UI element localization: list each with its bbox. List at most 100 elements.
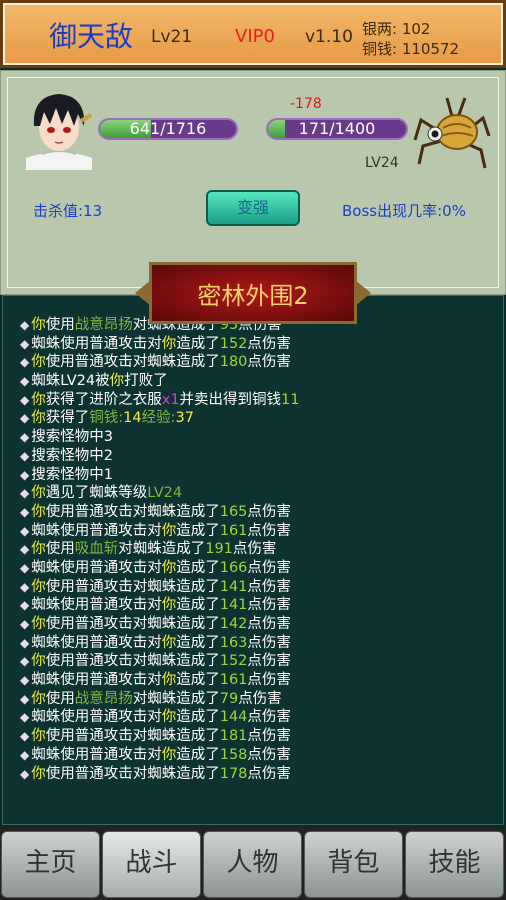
- log-segment: 79: [219, 690, 239, 707]
- log-segment: 你: [31, 728, 46, 745]
- log-segment: 你: [161, 746, 177, 763]
- log-segment: 178: [219, 765, 248, 782]
- log-segment: 对蜘蛛造成了: [132, 690, 220, 707]
- enemy-hp-text: 171/1400: [298, 119, 376, 138]
- log-segment: 使用普通攻击对蜘蛛造成了: [45, 503, 220, 520]
- log-segment: 你: [31, 541, 46, 558]
- log-segment: 造成了: [176, 672, 220, 689]
- log-segment: 点伤害: [238, 690, 282, 707]
- log-segment: 165: [219, 503, 248, 520]
- log-segment: 点伤害: [247, 765, 291, 782]
- log-segment: 你: [161, 559, 177, 576]
- log-segment: 造成了: [176, 634, 220, 651]
- log-segment: 142: [219, 616, 248, 632]
- log-segment: 使用: [45, 690, 75, 707]
- vip-level[interactable]: VIP0: [235, 26, 275, 47]
- log-segment: 点伤害: [247, 597, 291, 614]
- log-segment: 经验:: [141, 410, 176, 427]
- player-avatar-icon: [22, 88, 96, 170]
- log-segment: 搜索怪物中2: [31, 447, 113, 464]
- strengthen-button[interactable]: 变强: [206, 190, 300, 226]
- log-segment: 点伤害: [247, 354, 291, 371]
- log-segment: 你: [31, 410, 46, 427]
- log-segment: 使用普通攻击对蜘蛛造成了: [45, 765, 220, 782]
- log-segment: 你: [31, 317, 46, 333]
- log-line: ◆ 蜘蛛使用普通攻击对你造成了161点伤害: [20, 522, 493, 541]
- log-line: ◆ 你获得了铜钱:14经验:37: [20, 409, 493, 428]
- log-line: ◆ 蜘蛛使用普通攻击对你造成了158点伤害: [20, 746, 493, 765]
- log-segment: 181: [219, 728, 248, 745]
- log-bullet-icon: ◆: [20, 523, 30, 538]
- log-segment: 你: [31, 391, 46, 408]
- log-line: ◆ 你使用普通攻击对蜘蛛造成了142点伤害: [20, 615, 493, 634]
- tab-bag[interactable]: 背包: [304, 831, 403, 898]
- log-segment: 你: [161, 672, 177, 689]
- log-line: ◆ 你获得了进阶之衣服x1并卖出得到铜钱11: [20, 391, 493, 410]
- log-line: ◆ 蜘蛛使用普通攻击对你造成了166点伤害: [20, 559, 493, 578]
- log-segment: 你: [161, 522, 177, 539]
- log-bullet-icon: ◆: [20, 598, 30, 613]
- log-line: ◆ 你使用普通攻击对蜘蛛造成了178点伤害: [20, 765, 493, 784]
- log-segment: 对蜘蛛造成了: [118, 541, 206, 558]
- log-bullet-icon: ◆: [20, 747, 30, 762]
- log-bullet-icon: ◆: [20, 766, 30, 781]
- log-segment: 搜索怪物中3: [31, 429, 113, 446]
- tab-battle[interactable]: 战斗: [102, 831, 201, 898]
- log-bullet-icon: ◆: [20, 673, 30, 688]
- player-hp-bar: 641/1716: [98, 118, 238, 140]
- log-segment: 并卖出得到铜钱: [179, 391, 282, 408]
- log-segment: 你: [31, 485, 46, 502]
- log-segment: 点伤害: [247, 616, 291, 632]
- log-line: ◆ 蜘蛛使用普通攻击对你造成了141点伤害: [20, 596, 493, 615]
- log-bullet-icon: ◆: [20, 654, 30, 669]
- log-segment: 造成了: [176, 746, 220, 763]
- log-bullet-icon: ◆: [20, 430, 30, 445]
- log-segment: 你: [31, 578, 46, 595]
- log-line: ◆ 搜索怪物中2: [20, 447, 493, 466]
- log-bullet-icon: ◆: [20, 374, 30, 389]
- log-segment: 141: [219, 578, 248, 595]
- log-segment: 造成了: [176, 335, 220, 352]
- battle-log-panel[interactable]: ◆ 你使用战意昂扬对蜘蛛造成了93点伤害 ◆ 蜘蛛使用普通攻击对你造成了152点伤害 ◆…: [2, 295, 504, 825]
- log-segment: 遇见了蜘蛛等级: [45, 485, 148, 502]
- log-segment: 使用普通攻击对蜘蛛造成了: [45, 354, 220, 371]
- log-bullet-icon: ◆: [20, 542, 30, 557]
- log-line: ◆ 你使用吸血斩对蜘蛛造成了191点伤害: [20, 540, 493, 559]
- log-segment: 158: [219, 746, 248, 763]
- tab-skills[interactable]: 技能: [405, 831, 504, 898]
- copper-count: 铜钱: 110572: [362, 40, 460, 58]
- log-segment: 点伤害: [232, 541, 277, 558]
- status-bar-panel: 御天敌 Lv21 VIP0 v1.10 银两: 102 铜钱: 110572: [3, 3, 503, 65]
- log-segment: 造成了: [176, 597, 220, 614]
- enemy-hp-bar: 171/1400: [266, 118, 408, 140]
- log-bullet-icon: ◆: [20, 486, 30, 501]
- log-segment: 37: [175, 410, 194, 427]
- log-bullet-icon: ◆: [20, 617, 30, 631]
- enemy-level: LV24: [365, 155, 399, 171]
- tab-home[interactable]: 主页: [1, 831, 100, 898]
- log-segment: 点伤害: [247, 503, 291, 520]
- log-segment: 11: [281, 391, 300, 408]
- bottom-tab-bar: 主页 战斗 人物 背包 技能: [0, 828, 506, 900]
- log-segment: 蜘蛛使用普通攻击对: [31, 634, 162, 651]
- log-segment: 点伤害: [247, 653, 291, 670]
- log-bullet-icon: ◆: [20, 560, 30, 575]
- log-segment: 点伤害: [247, 746, 291, 763]
- log-segment: 你: [161, 634, 177, 651]
- log-segment: 161: [219, 522, 248, 539]
- log-segment: 点伤害: [247, 335, 291, 352]
- log-segment: 你: [161, 335, 177, 352]
- log-segment: 造成了: [176, 559, 220, 576]
- silver-count: 银两: 102: [362, 20, 431, 38]
- log-segment: 你: [161, 709, 177, 726]
- log-segment: 蜘蛛使用普通攻击对: [31, 746, 162, 763]
- log-segment: 蜘蛛使用普通攻击对: [31, 559, 162, 576]
- log-segment: 蜘蛛使用普通攻击对: [31, 522, 162, 539]
- battle-log: ◆ 你使用战意昂扬对蜘蛛造成了93点伤害 ◆ 蜘蛛使用普通攻击对你造成了152点伤害 ◆…: [20, 316, 493, 783]
- tab-character[interactable]: 人物: [203, 831, 302, 898]
- log-segment: 获得了: [45, 410, 90, 427]
- zone-title-plate: 密林外围2: [135, 262, 371, 324]
- log-line: ◆ 蜘蛛使用普通攻击对你造成了161点伤害: [20, 671, 493, 690]
- log-line: ◆ 蜘蛛使用普通攻击对你造成了163点伤害: [20, 634, 493, 653]
- log-line: ◆ 你使用普通攻击对蜘蛛造成了180点伤害: [20, 353, 493, 372]
